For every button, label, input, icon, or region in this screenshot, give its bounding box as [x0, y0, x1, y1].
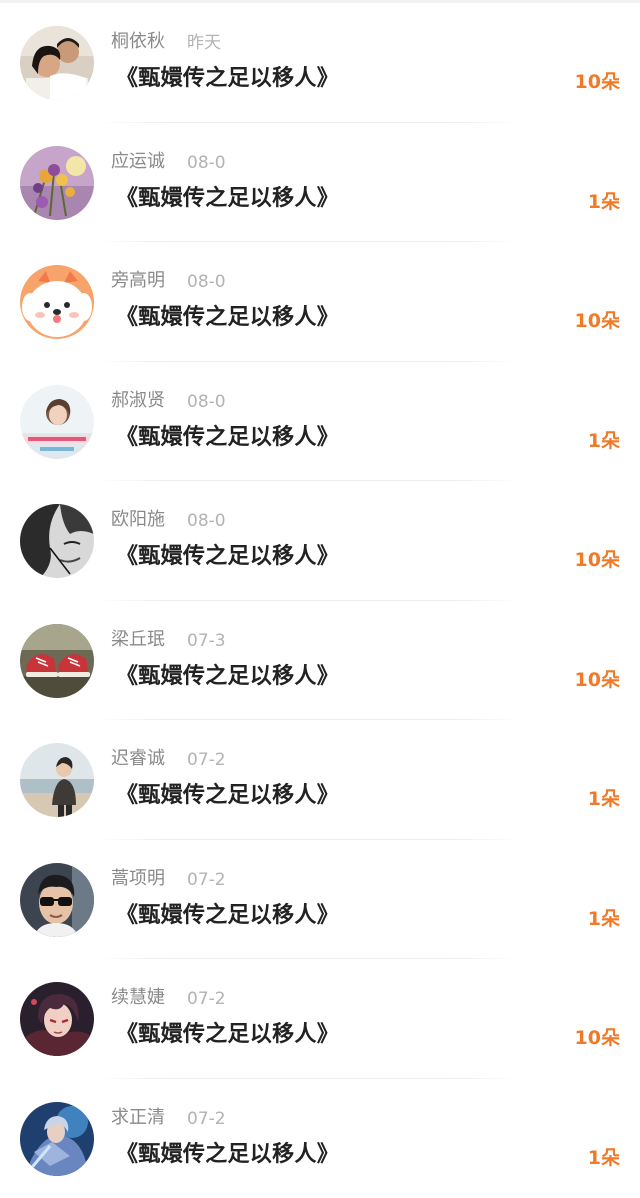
gift-date: 07-2 — [187, 869, 226, 890]
boy-on-beach-icon — [20, 743, 94, 817]
flower-count: 10朵 — [574, 71, 620, 93]
sender-name[interactable]: 迟睿诚 — [111, 748, 165, 770]
gift-date: 07-2 — [187, 1108, 226, 1129]
flower-count: 10朵 — [574, 668, 620, 691]
flower-count: 1朵 — [587, 907, 620, 930]
monochrome-face-avatar[interactable] — [20, 504, 94, 578]
cartoon-dog-avatar[interactable] — [20, 265, 94, 339]
flower-count: 1朵 — [587, 429, 620, 452]
flower-count: 10朵 — [574, 310, 620, 332]
anime-character-avatar[interactable] — [20, 982, 94, 1056]
book-title[interactable]: 《甄嬛传之足以移人》 — [116, 65, 339, 93]
list-item[interactable]: 梁丘珉 07-3 《甄嬛传之足以移人》 10朵 — [0, 601, 640, 720]
man-in-sunglasses-icon — [20, 862, 94, 937]
book-title[interactable]: 《甄嬛传之足以移人》 — [116, 304, 339, 332]
game-hero-icon — [20, 1101, 94, 1176]
list-item[interactable]: 郝淑贤 08-0 《甄嬛传之足以移人》 1朵 — [0, 362, 640, 481]
gift-date: 07-2 — [187, 989, 226, 1009]
flower-count: 1朵 — [587, 1146, 620, 1169]
game-hero-avatar[interactable] — [20, 1101, 94, 1176]
sender-name[interactable]: 应运诚 — [111, 151, 165, 173]
book-title[interactable]: 《甄嬛传之足以移人》 — [116, 543, 339, 571]
book-title[interactable]: 《甄嬛传之足以移人》 — [116, 782, 339, 810]
gift-date: 07-3 — [187, 630, 226, 651]
flowers-avatar[interactable] — [20, 145, 94, 220]
sender-name[interactable]: 旁高明 — [111, 270, 165, 292]
red-sneakers-avatar[interactable] — [20, 623, 94, 698]
list-item[interactable]: 续慧婕 07-2 《甄嬛传之足以移人》 10朵 — [0, 959, 640, 1079]
sender-name[interactable]: 桐依秋 — [111, 31, 165, 53]
gift-date: 08-0 — [187, 152, 226, 173]
book-title[interactable]: 《甄嬛传之足以移人》 — [116, 1141, 339, 1169]
list-item[interactable]: 求正清 07-2 《甄嬛传之足以移人》 1朵 — [0, 1079, 640, 1198]
man-in-sunglasses-avatar[interactable] — [20, 862, 94, 937]
sender-name[interactable]: 欧阳施 — [111, 509, 165, 531]
list-item[interactable]: 欧阳施 08-0 《甄嬛传之足以移人》 10朵 — [0, 481, 640, 601]
gift-date: 08-0 — [187, 511, 226, 531]
list-item[interactable]: 旁高明 08-0 《甄嬛传之足以移人》 10朵 — [0, 242, 640, 362]
anime-character-icon — [20, 982, 94, 1056]
list-item[interactable]: 迟睿诚 07-2 《甄嬛传之足以移人》 1朵 — [0, 720, 640, 840]
girl-with-caption-icon — [20, 384, 94, 459]
flowers-icon — [20, 145, 94, 220]
cartoon-dog-icon — [20, 265, 94, 339]
book-title[interactable]: 《甄嬛传之足以移人》 — [116, 1021, 339, 1049]
couple-photo-icon — [20, 26, 94, 100]
boy-on-beach-avatar[interactable] — [20, 743, 94, 817]
flower-count: 1朵 — [587, 788, 620, 810]
sender-name[interactable]: 求正清 — [111, 1107, 165, 1129]
list-item[interactable]: 蒿项明 07-2 《甄嬛传之足以移人》 1朵 — [0, 840, 640, 959]
flower-count: 10朵 — [574, 549, 620, 571]
gift-date: 08-0 — [187, 391, 226, 412]
gift-date: 08-0 — [187, 272, 226, 292]
flower-count: 1朵 — [587, 190, 620, 213]
book-title[interactable]: 《甄嬛传之足以移人》 — [116, 902, 339, 930]
monochrome-face-icon — [20, 504, 94, 578]
book-title[interactable]: 《甄嬛传之足以移人》 — [116, 663, 339, 691]
sender-name[interactable]: 郝淑贤 — [111, 390, 165, 412]
book-title[interactable]: 《甄嬛传之足以移人》 — [116, 185, 339, 213]
list-item[interactable]: 应运诚 08-0 《甄嬛传之足以移人》 1朵 — [0, 123, 640, 242]
gift-list: 桐依秋 昨天 《甄嬛传之足以移人》 10朵 应运诚 08-0 《甄嬛传之足以移人… — [0, 3, 640, 1198]
couple-photo-avatar[interactable] — [20, 26, 94, 100]
sender-name[interactable]: 蒿项明 — [111, 868, 165, 890]
list-item[interactable]: 桐依秋 昨天 《甄嬛传之足以移人》 10朵 — [0, 3, 640, 123]
girl-with-caption-avatar[interactable] — [20, 384, 94, 459]
sender-name[interactable]: 梁丘珉 — [111, 629, 165, 651]
red-sneakers-icon — [20, 623, 94, 698]
book-title[interactable]: 《甄嬛传之足以移人》 — [116, 424, 339, 452]
gift-date: 07-2 — [187, 750, 226, 770]
flower-count: 10朵 — [574, 1027, 620, 1049]
gift-date: 昨天 — [187, 33, 221, 53]
sender-name[interactable]: 续慧婕 — [111, 987, 165, 1009]
